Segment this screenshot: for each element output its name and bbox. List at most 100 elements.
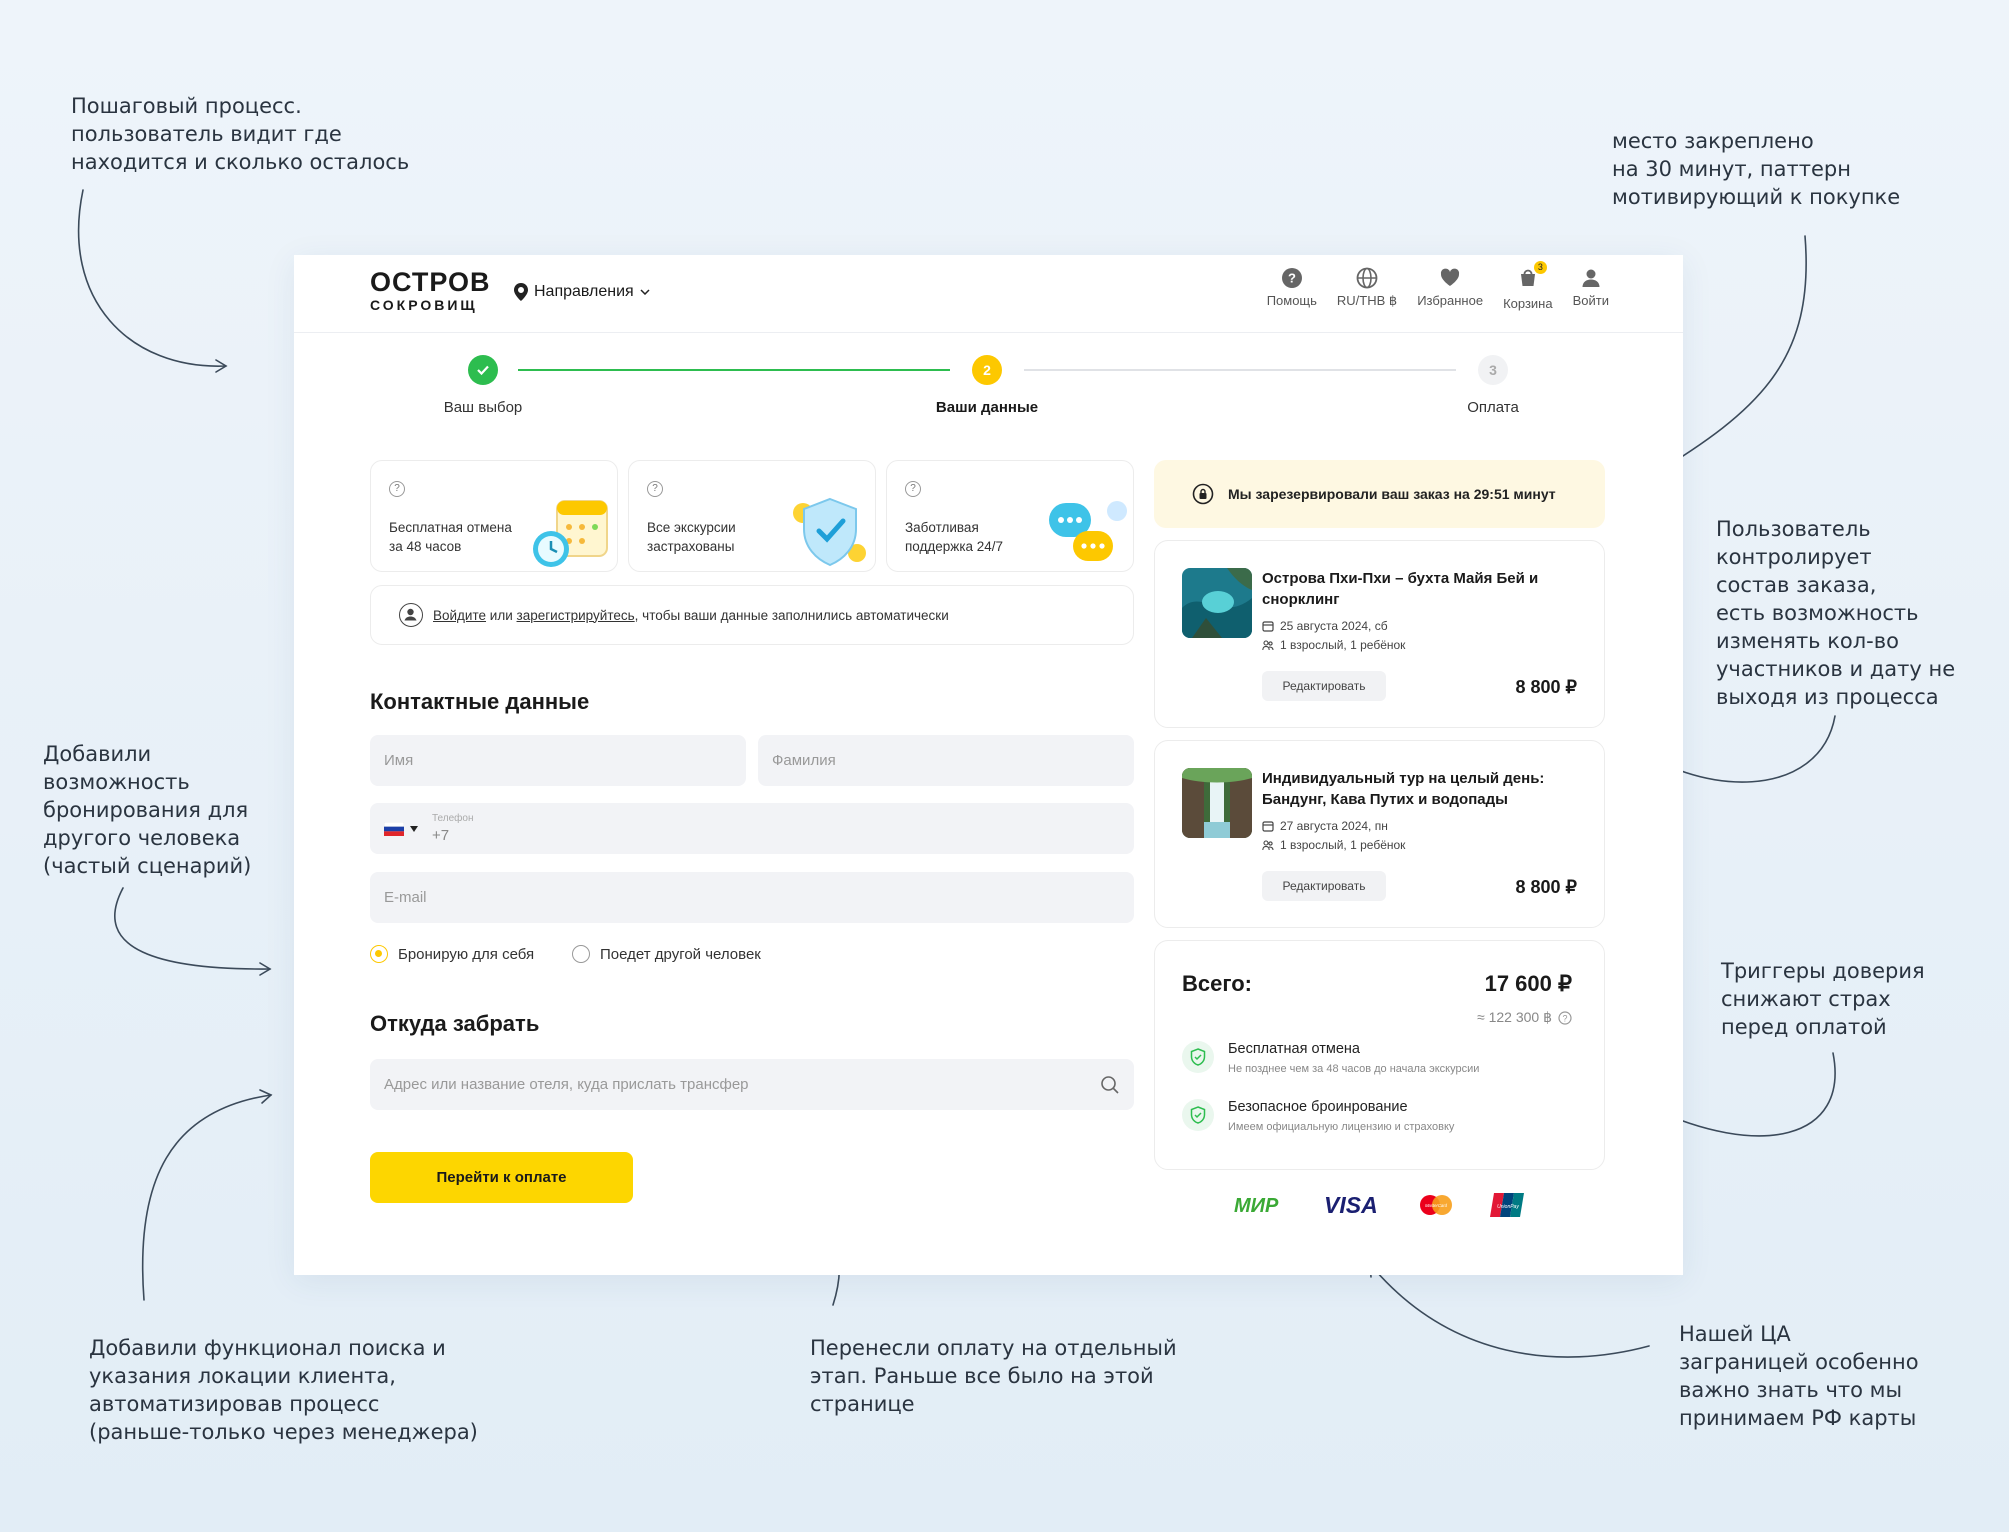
tour-title[interactable]: Индивидуальный тур на целый день: Бандун… — [1262, 768, 1572, 810]
email-input[interactable]: E-mail — [370, 872, 1134, 923]
info-icon[interactable]: ? — [389, 481, 405, 497]
info-icon[interactable]: ? — [1558, 1010, 1572, 1025]
svg-text:МИР: МИР — [1234, 1195, 1279, 1217]
phone-value: +7 — [432, 827, 450, 844]
destinations-dropdown[interactable]: Направления — [514, 283, 650, 301]
annotation-other-person: Добавили возможность бронирования для др… — [43, 742, 252, 878]
pickup-search-input[interactable]: Адрес или название отеля, куда прислать … — [370, 1059, 1134, 1110]
step-2-label: Ваши данные — [935, 399, 1039, 416]
edit-button[interactable]: Редактировать — [1262, 871, 1386, 901]
info-icon[interactable]: ? — [905, 481, 921, 497]
tour-people: 1 взрослый, 1 ребёнок — [1262, 838, 1405, 852]
unionpay-logo: UnionPay — [1490, 1193, 1524, 1217]
phone-label: Телефон — [432, 813, 474, 824]
chat-bubbles-icon — [1049, 501, 1127, 561]
total-thb-text: ≈ 122 300 ฿ — [1477, 1009, 1552, 1025]
nav-login[interactable]: Войти — [1573, 267, 1609, 311]
logo[interactable]: ОСТРОВ СОКРОВИЩ — [370, 267, 491, 313]
contact-title: Контактные данные — [370, 689, 590, 714]
feature-text: Все экскурсии застрахованы — [647, 520, 736, 554]
tour-image — [1182, 768, 1252, 838]
lock-timer-icon — [1192, 483, 1214, 505]
shield-check-icon — [1182, 1041, 1214, 1073]
login-prompt: Войдите или зарегистрируйтесь, чтобы ваш… — [370, 585, 1134, 645]
tour-people-text: 1 взрослый, 1 ребёнок — [1280, 838, 1406, 852]
radio-self-label: Бронирую для себя — [398, 945, 535, 963]
annotation-stepper: Пошаговый процесс. пользователь видит гд… — [71, 94, 410, 174]
tour-date-text: 27 августа 2024, пн — [1280, 819, 1388, 833]
nav-favorites[interactable]: Избранное — [1417, 267, 1483, 311]
pickup-placeholder: Адрес или название отеля, куда прислать … — [384, 1076, 749, 1093]
radio-other[interactable]: Поедет другой человек — [572, 945, 761, 963]
feature-insured: ? Все экскурсии застрахованы — [628, 460, 876, 572]
help-icon: ? — [1281, 268, 1302, 288]
tour-date-text: 25 августа 2024, сб — [1280, 619, 1388, 633]
nav-cart-label: Корзина — [1503, 296, 1553, 311]
login-rest: , чтобы ваши данные заполнились автомати… — [634, 607, 949, 623]
nav-language[interactable]: RU/THB ฿ — [1337, 267, 1397, 311]
tour-people-text: 1 взрослый, 1 ребёнок — [1280, 638, 1406, 652]
step-3-circle: 3 — [1478, 355, 1508, 385]
trust-free-cancel: Бесплатная отмена Не позднее чем за 48 ч… — [1182, 1041, 1479, 1075]
user-icon — [1582, 269, 1600, 287]
edit-button[interactable]: Редактировать — [1262, 671, 1386, 701]
first-name-input[interactable]: Имя — [370, 735, 746, 786]
annotation-payment: Перенесли оплату на отдельный этап. Рань… — [810, 1336, 1177, 1416]
feature-text: Заботливая поддержка 24/7 — [905, 520, 1004, 554]
phone-input[interactable]: Телефон +7 — [370, 803, 1134, 854]
stepper-line-pending — [1024, 369, 1456, 371]
annotation-order: Пользователь контролирует состав заказа,… — [1716, 517, 1956, 709]
svg-text:UnionPay: UnionPay — [1497, 1204, 1519, 1210]
info-icon[interactable]: ? — [647, 481, 663, 497]
last-name-input[interactable]: Фамилия — [758, 735, 1134, 786]
check-icon — [477, 365, 489, 376]
annotation-search: Добавили функционал поиска и указания ло… — [89, 1336, 478, 1444]
shield-check-icon — [793, 497, 866, 567]
tour-image — [1182, 568, 1252, 638]
radio-other-label: Поедет другой человек — [600, 945, 761, 963]
calendar-icon — [1262, 621, 1274, 632]
total-amount: 17 600 ₽ — [1484, 971, 1572, 996]
header-nav: ? Помощь RU/THB ฿ Избранное 3 Корзина Во… — [1267, 261, 1609, 311]
globe-icon — [1356, 267, 1378, 289]
radio-self[interactable]: Бронирую для себя — [370, 945, 534, 963]
location-pin-icon — [514, 283, 528, 301]
svg-text:?: ? — [1562, 1013, 1567, 1023]
register-link[interactable]: зарегистрируйтесь — [517, 608, 635, 623]
svg-text:MasterCard: MasterCard — [1425, 1203, 1448, 1208]
annotation-trust: Триггеры доверия снижают страх перед опл… — [1721, 959, 1925, 1039]
nav-help[interactable]: ? Помощь — [1267, 267, 1317, 311]
tour-people: 1 взрослый, 1 ребёнок — [1262, 638, 1405, 652]
reservation-timer: Мы зарезервировали ваш заказ на 29:51 ми… — [1154, 460, 1605, 528]
trust-safe-booking: Безопасное броинрование Имеем официальну… — [1182, 1099, 1454, 1133]
feature-text: Бесплатная отмена за 48 часов — [389, 520, 512, 554]
tour-price: 8 800 ₽ — [1515, 677, 1578, 697]
feature-free-cancel: ? Бесплатная отмена за 48 часов — [370, 460, 618, 572]
heart-icon — [1440, 268, 1460, 286]
tour-date: 27 августа 2024, пн — [1262, 819, 1388, 833]
login-link[interactable]: Войдите — [433, 608, 486, 623]
order-total: Всего: 17 600 ₽ ≈ 122 300 ฿ ? Бесплатная… — [1154, 940, 1605, 1170]
tour-title[interactable]: Острова Пхи-Пхи – бухта Майя Бей и снорк… — [1262, 568, 1572, 610]
search-icon[interactable] — [1100, 1075, 1120, 1095]
user-avatar-icon — [399, 603, 423, 627]
proceed-to-payment-button[interactable]: Перейти к оплате — [370, 1152, 633, 1203]
checkout-page: ОСТРОВ СОКРОВИЩ Направления ? Помощь RU/… — [294, 255, 1683, 1275]
nav-help-label: Помощь — [1266, 293, 1317, 308]
pickup-title: Откуда забрать — [370, 1011, 540, 1036]
stepper-line-done — [518, 369, 950, 371]
site-header: ОСТРОВ СОКРОВИЩ Направления ? Помощь RU/… — [294, 255, 1683, 333]
country-code-select[interactable] — [384, 821, 418, 836]
nav-cart[interactable]: 3 Корзина — [1503, 261, 1553, 311]
progress-stepper: 2 3 Ваш выбор Ваши данные Оплата — [294, 355, 1683, 445]
calendar-clock-icon — [533, 500, 608, 567]
nav-language-label: RU/THB ฿ — [1336, 293, 1398, 308]
annotation-cards: Нашей ЦА заграницей особенно важно знать… — [1679, 1322, 1919, 1430]
logo-line1: ОСТРОВ — [370, 267, 491, 297]
logo-line2: СОКРОВИЩ — [370, 297, 478, 313]
step-3-label: Оплата — [1467, 399, 1519, 416]
step-1-circle[interactable] — [468, 355, 498, 385]
trust-sub: Не позднее чем за 48 часов до начала экс… — [1228, 1063, 1480, 1075]
total-thb: ≈ 122 300 ฿ ? — [1477, 1009, 1572, 1026]
trust-sub: Имеем официальную лицензию и страховку — [1228, 1121, 1455, 1133]
